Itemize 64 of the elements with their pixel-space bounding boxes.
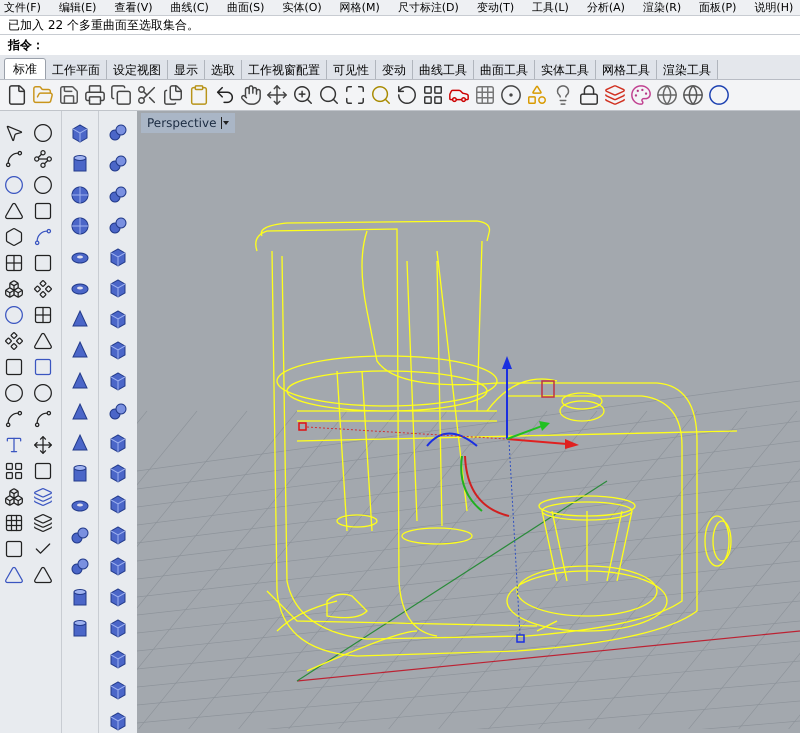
zoom-extents-icon[interactable] bbox=[344, 84, 366, 106]
copy-icon[interactable] bbox=[162, 84, 184, 106]
toolbar-tab[interactable]: 网格工具 bbox=[596, 60, 657, 79]
toolbar-tab[interactable]: 曲面工具 bbox=[474, 60, 535, 79]
rotate-view-icon[interactable] bbox=[396, 84, 418, 106]
viewport-title: Perspective bbox=[147, 115, 216, 132]
zoom-window-icon[interactable] bbox=[318, 84, 340, 106]
command-label: 指令： bbox=[8, 37, 44, 54]
zoom-in-icon[interactable] bbox=[292, 84, 314, 106]
solid-icon[interactable] bbox=[4, 487, 24, 507]
menu-item[interactable]: 编辑(E) bbox=[58, 1, 96, 14]
toolbar-tab[interactable]: 设定视图 bbox=[107, 60, 168, 79]
menu-item[interactable]: 网格(M) bbox=[340, 1, 380, 14]
menu-item[interactable]: 实体(O) bbox=[282, 1, 322, 14]
grid-array-icon[interactable] bbox=[4, 513, 24, 533]
menu-item[interactable]: 尺寸标注(D) bbox=[398, 1, 459, 14]
menu-item[interactable]: 曲线(C) bbox=[170, 1, 209, 14]
undo-icon[interactable] bbox=[214, 84, 236, 106]
menu-item[interactable]: 面板(P) bbox=[699, 1, 736, 14]
clipboard-icon[interactable] bbox=[188, 84, 210, 106]
rectangle-icon[interactable] bbox=[32, 201, 52, 221]
history-text: 已加入 22 个多重曲面至选取集合。 bbox=[8, 17, 199, 34]
toolbar-tab[interactable]: 工作平面 bbox=[46, 60, 107, 79]
menu-item[interactable]: 分析(A) bbox=[586, 1, 625, 14]
text-icon[interactable] bbox=[4, 435, 24, 455]
toolbar-tab[interactable]: 选取 bbox=[205, 60, 242, 79]
stack-icon[interactable] bbox=[32, 513, 52, 533]
polygon-icon[interactable] bbox=[4, 227, 24, 247]
menu-item[interactable]: 说明(H) bbox=[754, 1, 794, 14]
grid-icon[interactable] bbox=[474, 84, 496, 106]
menu-item[interactable]: 文件(F) bbox=[4, 1, 41, 14]
page-copy-icon[interactable] bbox=[110, 84, 132, 106]
toolbar-tab[interactable]: 可见性 bbox=[327, 60, 376, 79]
arc-curve-icon[interactable] bbox=[4, 409, 24, 429]
circle-icon[interactable] bbox=[4, 175, 24, 195]
fillet-curve-icon[interactable] bbox=[32, 227, 52, 247]
menu-item[interactable]: 曲面(S) bbox=[226, 1, 264, 14]
scissors-icon[interactable] bbox=[136, 84, 158, 106]
lock-icon[interactable] bbox=[578, 84, 600, 106]
hand-icon[interactable] bbox=[240, 84, 262, 106]
array-icon[interactable] bbox=[4, 461, 24, 481]
save-icon[interactable] bbox=[58, 84, 80, 106]
point-circle-icon[interactable] bbox=[500, 84, 522, 106]
toolbar-tab[interactable]: 变动 bbox=[376, 60, 413, 79]
new-file-icon[interactable] bbox=[6, 84, 28, 106]
menu-item[interactable]: 变动(T) bbox=[476, 1, 514, 14]
viewport-tab[interactable]: Perspective bbox=[141, 113, 234, 133]
box-icon[interactable] bbox=[4, 279, 24, 299]
pointer-icon[interactable] bbox=[4, 123, 24, 143]
toolbar-tab[interactable]: 显示 bbox=[168, 60, 205, 79]
move-icon[interactable] bbox=[266, 84, 288, 106]
wireframe-sphere-icon[interactable] bbox=[656, 84, 678, 106]
toolbar-tab[interactable]: 工作视窗配置 bbox=[242, 60, 327, 79]
dropdown-icon[interactable] bbox=[220, 117, 228, 129]
menu-item[interactable]: 工具(L) bbox=[532, 1, 569, 14]
point-icon[interactable] bbox=[32, 123, 52, 143]
toolbar-tab[interactable]: 曲线工具 bbox=[413, 60, 474, 79]
menu-item[interactable]: 查看(V) bbox=[114, 1, 153, 14]
toolbar-tab[interactable]: 渲染工具 bbox=[657, 60, 718, 79]
toolbar-tab[interactable]: 标准 bbox=[4, 58, 46, 79]
menu-item[interactable]: 渲染(R) bbox=[642, 1, 682, 14]
four-views-icon[interactable] bbox=[422, 84, 444, 106]
toolbar-tab[interactable]: 实体工具 bbox=[535, 60, 596, 79]
printer-icon[interactable] bbox=[84, 84, 106, 106]
